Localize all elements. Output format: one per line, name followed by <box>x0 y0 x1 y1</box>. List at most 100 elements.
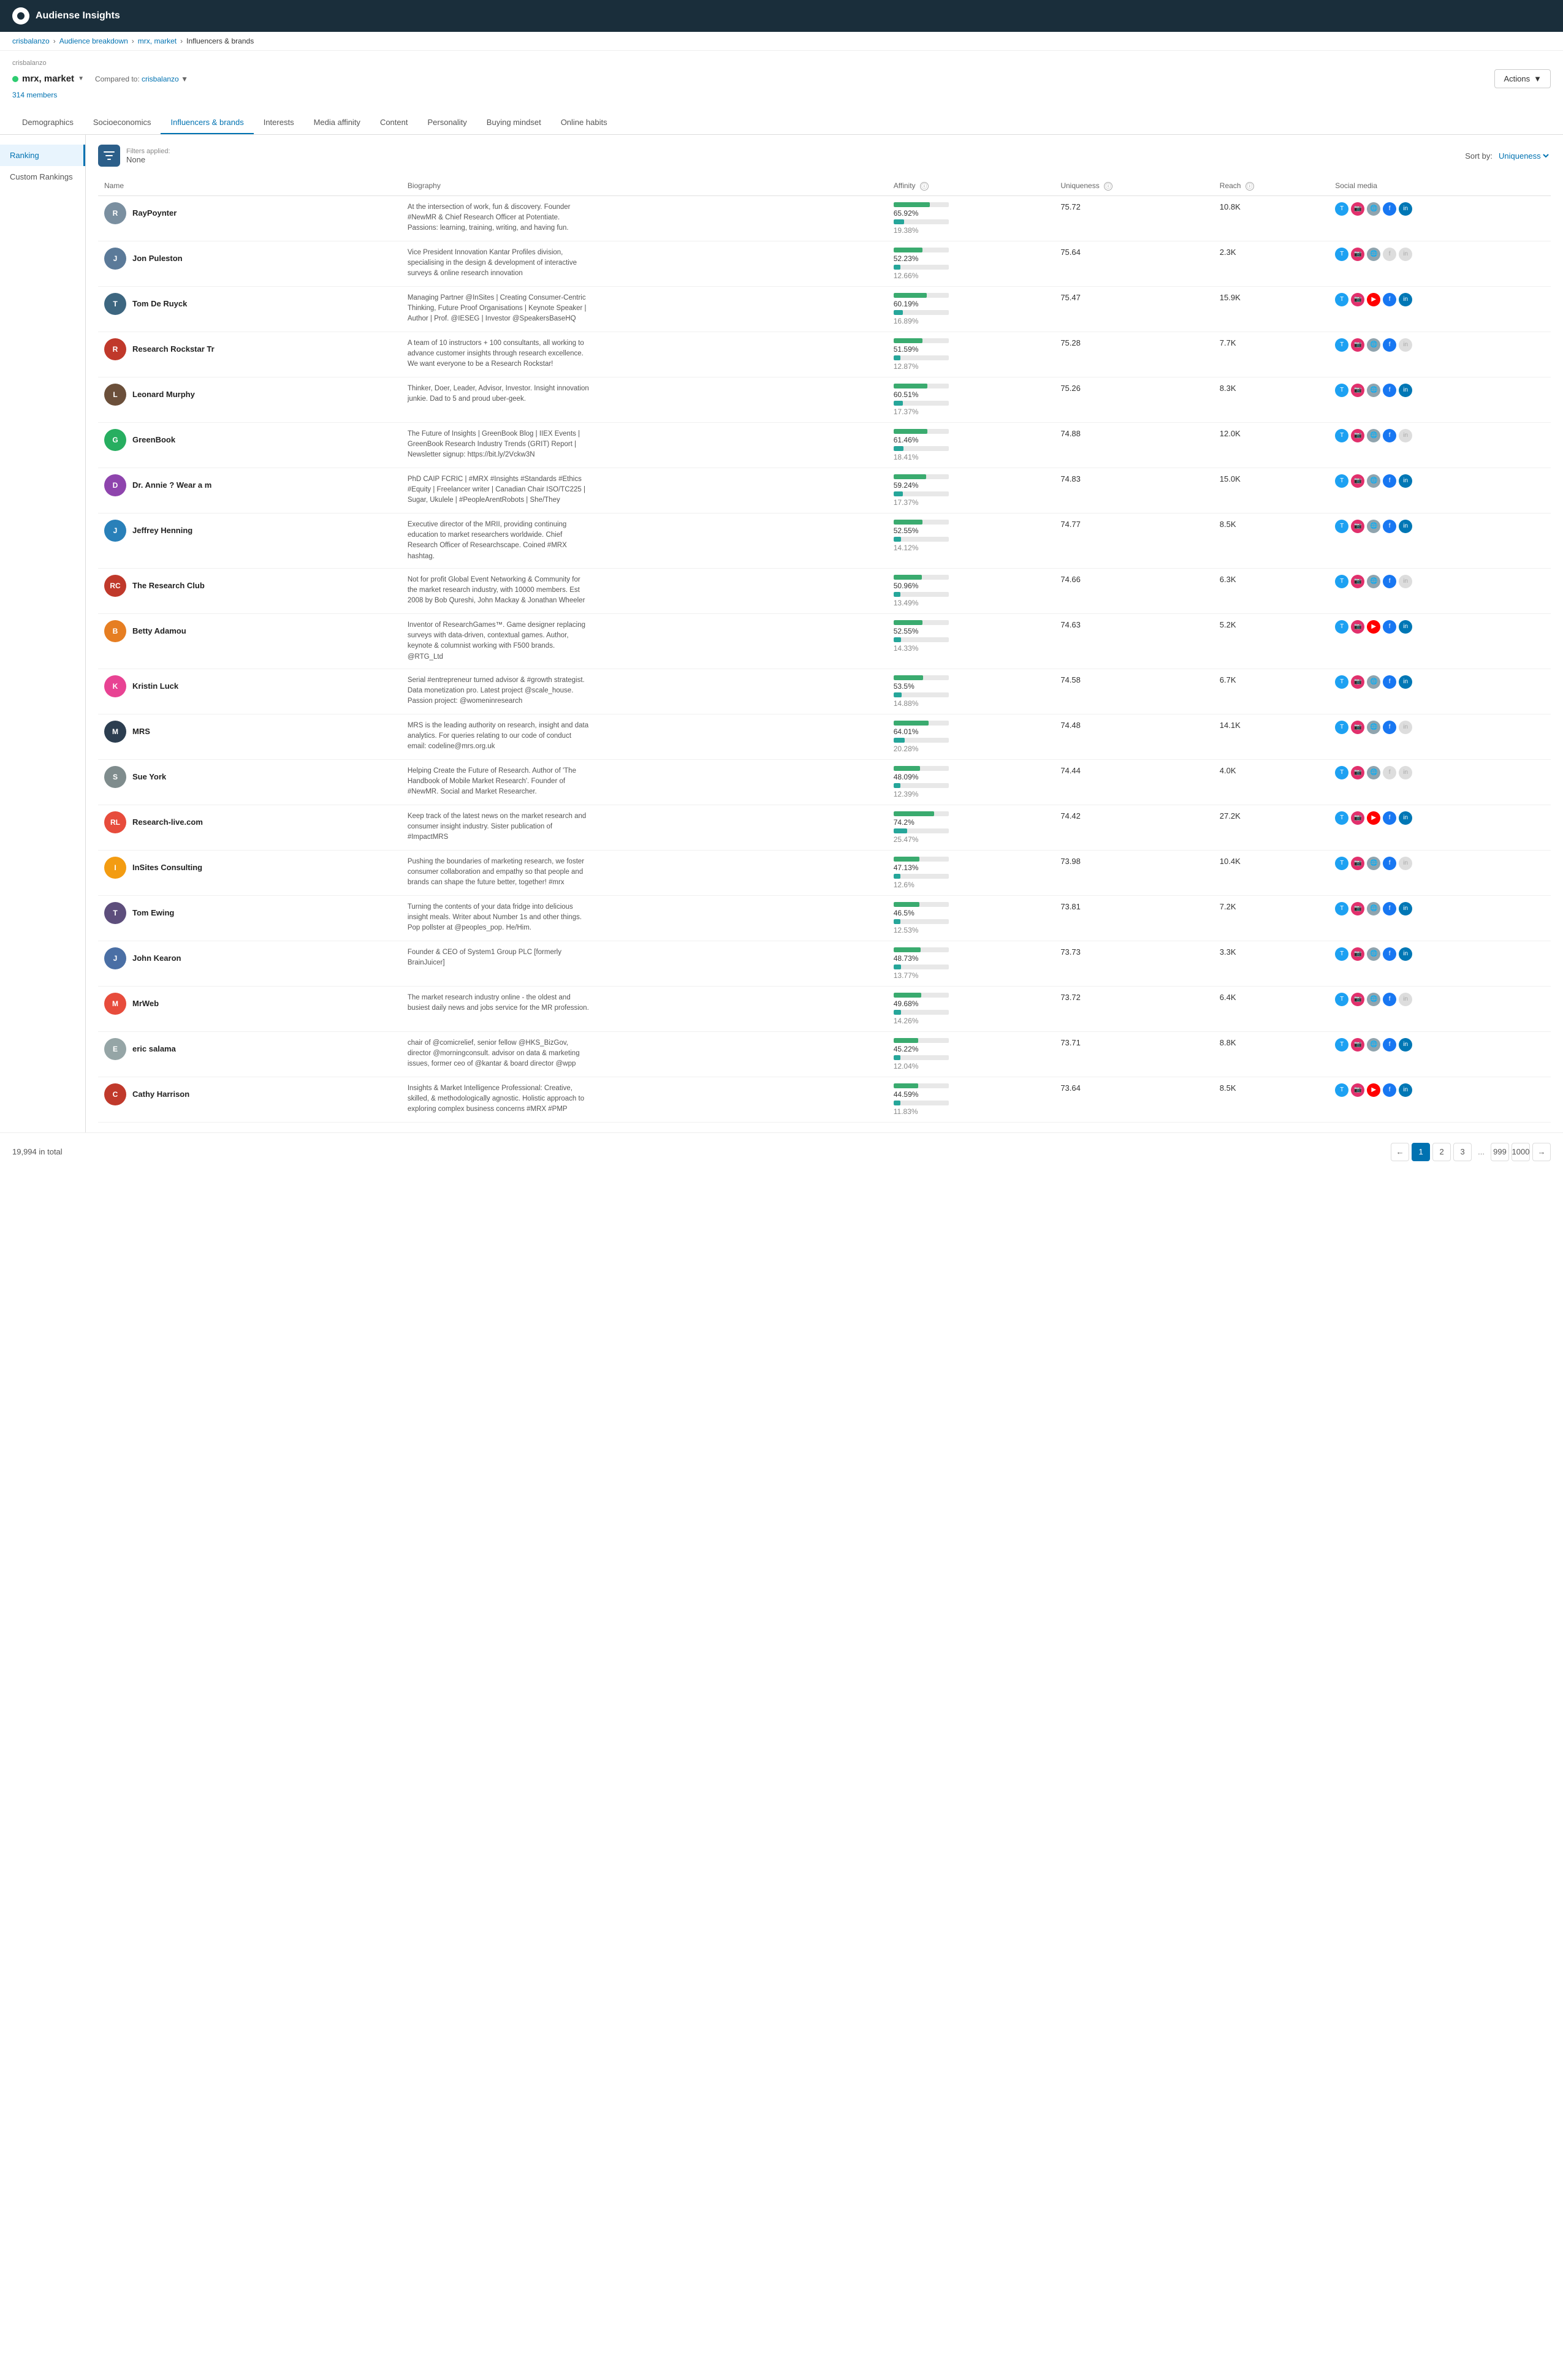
audience-chevron[interactable]: ▼ <box>78 75 84 82</box>
sidebar-item-custom-rankings[interactable]: Custom Rankings <box>0 166 85 188</box>
social-icon-web[interactable]: 🌐 <box>1367 766 1380 779</box>
social-icon-facebook[interactable]: f <box>1383 1038 1396 1052</box>
social-icon-instagram[interactable]: 📷 <box>1351 575 1364 588</box>
social-icon-twitter[interactable]: T <box>1335 474 1348 488</box>
influencer-name[interactable]: eric salama <box>132 1044 176 1053</box>
influencer-name[interactable]: Tom Ewing <box>132 908 174 917</box>
tab-influencers[interactable]: Influencers & brands <box>161 112 253 134</box>
social-icon-twitter[interactable]: T <box>1335 811 1348 825</box>
social-icon-linkedin[interactable]: in <box>1399 1038 1412 1052</box>
social-icon-web[interactable]: 🌐 <box>1367 338 1380 352</box>
social-icon-linkedin-disabled[interactable]: in <box>1399 857 1412 870</box>
compared-to-link[interactable]: crisbalanzo <box>142 75 179 83</box>
social-icon-web[interactable]: 🌐 <box>1367 857 1380 870</box>
social-icon-instagram[interactable]: 📷 <box>1351 248 1364 261</box>
influencer-name[interactable]: Jon Puleston <box>132 254 183 263</box>
social-icon-web[interactable]: 🌐 <box>1367 384 1380 397</box>
social-icon-linkedin[interactable]: in <box>1399 902 1412 915</box>
affinity-info-icon[interactable]: ⓘ <box>920 182 929 191</box>
influencer-name[interactable]: Research-live.com <box>132 817 203 827</box>
influencer-name[interactable]: Kristin Luck <box>132 681 178 691</box>
influencer-name[interactable]: Jeffrey Henning <box>132 526 192 535</box>
social-icon-web[interactable]: 🌐 <box>1367 675 1380 689</box>
social-icon-instagram[interactable]: 📷 <box>1351 293 1364 306</box>
tab-interests[interactable]: Interests <box>254 112 304 134</box>
social-icon-linkedin[interactable]: in <box>1399 202 1412 216</box>
social-icon-instagram[interactable]: 📷 <box>1351 993 1364 1006</box>
social-icon-web[interactable]: 🌐 <box>1367 202 1380 216</box>
influencer-name[interactable]: John Kearon <box>132 953 181 963</box>
social-icon-instagram[interactable]: 📷 <box>1351 202 1364 216</box>
social-icon-instagram[interactable]: 📷 <box>1351 429 1364 442</box>
social-icon-facebook[interactable]: f <box>1383 474 1396 488</box>
social-icon-instagram[interactable]: 📷 <box>1351 1083 1364 1097</box>
social-icon-instagram[interactable]: 📷 <box>1351 384 1364 397</box>
influencer-name[interactable]: MrWeb <box>132 999 159 1008</box>
social-icon-twitter[interactable]: T <box>1335 202 1348 216</box>
social-icon-twitter[interactable]: T <box>1335 575 1348 588</box>
social-icon-linkedin-disabled[interactable]: in <box>1399 766 1412 779</box>
social-icon-youtube[interactable]: ▶ <box>1367 811 1380 825</box>
social-icon-web[interactable]: 🌐 <box>1367 520 1380 533</box>
social-icon-facebook[interactable]: f <box>1383 811 1396 825</box>
page-button-3[interactable]: 3 <box>1453 1143 1472 1161</box>
social-icon-twitter[interactable]: T <box>1335 675 1348 689</box>
social-icon-facebook[interactable]: f <box>1383 520 1396 533</box>
social-icon-twitter[interactable]: T <box>1335 620 1348 634</box>
social-icon-instagram[interactable]: 📷 <box>1351 902 1364 915</box>
social-icon-web[interactable]: 🌐 <box>1367 474 1380 488</box>
social-icon-facebook[interactable]: f <box>1383 384 1396 397</box>
social-icon-instagram[interactable]: 📷 <box>1351 721 1364 734</box>
social-icon-youtube[interactable]: ▶ <box>1367 293 1380 306</box>
social-icon-linkedin-disabled[interactable]: in <box>1399 721 1412 734</box>
social-icon-twitter[interactable]: T <box>1335 1083 1348 1097</box>
social-icon-facebook[interactable]: f <box>1383 338 1396 352</box>
social-icon-twitter[interactable]: T <box>1335 902 1348 915</box>
prev-page-button[interactable]: ← <box>1391 1143 1409 1161</box>
social-icon-twitter[interactable]: T <box>1335 766 1348 779</box>
influencer-name[interactable]: The Research Club <box>132 581 205 590</box>
uniqueness-info-icon[interactable]: ⓘ <box>1104 182 1112 191</box>
social-icon-linkedin[interactable]: in <box>1399 620 1412 634</box>
influencer-name[interactable]: InSites Consulting <box>132 863 202 872</box>
sidebar-item-ranking[interactable]: Ranking <box>0 145 85 166</box>
social-icon-instagram[interactable]: 📷 <box>1351 474 1364 488</box>
social-icon-instagram[interactable]: 📷 <box>1351 338 1364 352</box>
social-icon-facebook[interactable]: f <box>1383 575 1396 588</box>
social-icon-instagram[interactable]: 📷 <box>1351 520 1364 533</box>
social-icon-facebook[interactable]: f <box>1383 293 1396 306</box>
page-button-2[interactable]: 2 <box>1432 1143 1451 1161</box>
tab-content[interactable]: Content <box>370 112 418 134</box>
social-icon-web[interactable]: 🌐 <box>1367 1038 1380 1052</box>
social-icon-twitter[interactable]: T <box>1335 293 1348 306</box>
influencer-name[interactable]: Leonard Murphy <box>132 390 195 399</box>
sort-select[interactable]: Uniqueness Affinity Reach <box>1496 151 1551 161</box>
social-icon-twitter[interactable]: T <box>1335 993 1348 1006</box>
social-icon-instagram[interactable]: 📷 <box>1351 947 1364 961</box>
social-icon-facebook[interactable]: f <box>1383 947 1396 961</box>
influencer-name[interactable]: Betty Adamou <box>132 626 186 635</box>
social-icon-instagram[interactable]: 📷 <box>1351 1038 1364 1052</box>
social-icon-linkedin-disabled[interactable]: in <box>1399 575 1412 588</box>
social-icon-facebook[interactable]: f <box>1383 902 1396 915</box>
social-icon-youtube[interactable]: ▶ <box>1367 1083 1380 1097</box>
social-icon-facebook[interactable]: f <box>1383 675 1396 689</box>
social-icon-linkedin[interactable]: in <box>1399 474 1412 488</box>
social-icon-facebook[interactable]: f <box>1383 620 1396 634</box>
influencer-name[interactable]: RayPoynter <box>132 208 177 218</box>
social-icon-linkedin[interactable]: in <box>1399 520 1412 533</box>
breadcrumb-mrx[interactable]: mrx, market <box>138 37 177 45</box>
social-icon-linkedin[interactable]: in <box>1399 384 1412 397</box>
influencer-name[interactable]: Tom De Ruyck <box>132 299 187 308</box>
social-icon-web[interactable]: 🌐 <box>1367 902 1380 915</box>
social-icon-facebook[interactable]: f <box>1383 993 1396 1006</box>
social-icon-web[interactable]: 🌐 <box>1367 248 1380 261</box>
page-button-1000[interactable]: 1000 <box>1512 1143 1530 1161</box>
actions-button[interactable]: Actions ▼ <box>1494 69 1551 88</box>
tab-media-affinity[interactable]: Media affinity <box>304 112 370 134</box>
social-icon-linkedin-disabled[interactable]: in <box>1399 248 1412 261</box>
social-icon-linkedin[interactable]: in <box>1399 293 1412 306</box>
influencer-name[interactable]: Dr. Annie ? Wear a m <box>132 480 211 490</box>
social-icon-web[interactable]: 🌐 <box>1367 721 1380 734</box>
social-icon-facebook[interactable]: f <box>1383 857 1396 870</box>
